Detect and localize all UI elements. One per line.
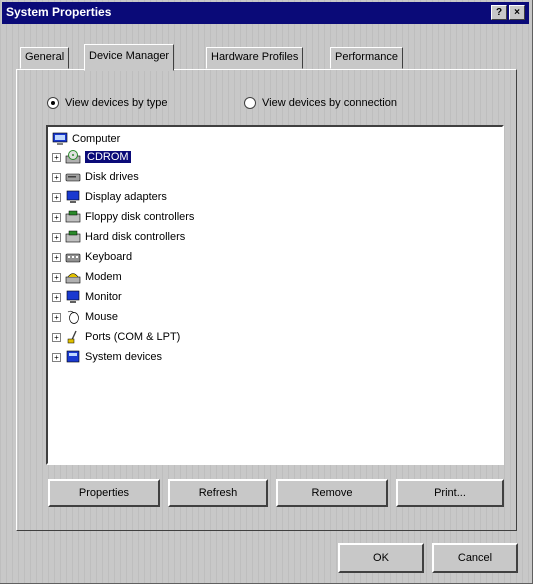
tree-item-floppy-controllers[interactable]: + Floppy disk controllers bbox=[52, 209, 194, 225]
tree-item-disk-drives[interactable]: + Disk drives bbox=[52, 169, 139, 185]
expand-icon[interactable]: + bbox=[52, 152, 61, 162]
view-by-connection-radio[interactable] bbox=[244, 97, 256, 109]
cancel-button[interactable]: Cancel bbox=[432, 543, 518, 573]
tab-performance[interactable]: Performance bbox=[330, 47, 403, 69]
refresh-button[interactable]: Refresh bbox=[168, 479, 268, 507]
view-by-type-option[interactable]: View devices by type bbox=[47, 95, 168, 111]
tree-item-monitor[interactable]: + Monitor bbox=[52, 289, 122, 305]
tree-item-modem[interactable]: + Modem bbox=[52, 269, 122, 285]
tree-item-ports[interactable]: + Ports (COM & LPT) bbox=[52, 329, 180, 345]
title-bar[interactable]: System Properties ? × bbox=[2, 2, 529, 24]
view-by-connection-label: View devices by connection bbox=[262, 97, 397, 109]
expand-icon[interactable]: + bbox=[52, 192, 61, 202]
floppy-controller-icon bbox=[65, 210, 81, 223]
tree-item-label: Hard disk controllers bbox=[85, 231, 186, 243]
expand-icon[interactable]: + bbox=[52, 352, 61, 362]
close-button[interactable]: × bbox=[509, 5, 525, 20]
tree-item-display-adapters[interactable]: + Display adapters bbox=[52, 189, 167, 205]
expand-icon[interactable]: + bbox=[52, 312, 61, 322]
expand-icon[interactable]: + bbox=[52, 332, 61, 342]
monitor-icon bbox=[66, 290, 80, 303]
tree-item-mouse[interactable]: + Mouse bbox=[52, 309, 118, 325]
tree-item-label: Display adapters bbox=[85, 191, 167, 203]
tree-item-label: Keyboard bbox=[85, 251, 133, 263]
view-by-connection-option[interactable]: View devices by connection bbox=[244, 95, 397, 111]
system-devices-icon bbox=[66, 350, 80, 363]
tree-item-cdrom[interactable]: + CDROM bbox=[52, 149, 131, 165]
expand-icon[interactable]: + bbox=[52, 292, 61, 302]
tree-item-label: System devices bbox=[85, 351, 163, 363]
expand-icon[interactable]: + bbox=[52, 212, 61, 222]
ports-icon bbox=[67, 330, 77, 344]
tree-item-label: Floppy disk controllers bbox=[85, 211, 195, 223]
tree-item-hard-disk-controllers[interactable]: + Hard disk controllers bbox=[52, 229, 185, 245]
tree-item-system-devices[interactable]: + System devices bbox=[52, 349, 162, 365]
display-adapter-icon bbox=[66, 190, 80, 203]
print-button[interactable]: Print... bbox=[396, 479, 504, 507]
properties-button[interactable]: Properties bbox=[48, 479, 160, 507]
tree-item-label: Ports (COM & LPT) bbox=[85, 331, 181, 343]
tab-general[interactable]: General bbox=[20, 47, 70, 69]
tree-item-label: Monitor bbox=[85, 291, 122, 303]
view-by-type-label: View devices by type bbox=[65, 97, 168, 109]
help-button[interactable]: ? bbox=[491, 5, 507, 20]
mouse-icon bbox=[67, 310, 79, 324]
tree-item-label: Disk drives bbox=[85, 171, 139, 183]
tree-root-label: Computer bbox=[72, 133, 121, 145]
tab-hardware-profiles[interactable]: Hardware Profiles bbox=[206, 47, 304, 69]
cdrom-icon bbox=[65, 150, 81, 164]
tree-root-computer[interactable]: Computer bbox=[52, 131, 120, 147]
tree-item-label: CDROM bbox=[85, 151, 131, 163]
tab-device-manager[interactable]: Device Manager bbox=[84, 44, 175, 71]
modem-icon bbox=[65, 273, 81, 284]
system-properties-window: System Properties ? × General Device Man… bbox=[0, 0, 533, 584]
ok-button[interactable]: OK bbox=[338, 543, 424, 573]
computer-icon bbox=[52, 132, 68, 145]
expand-icon[interactable]: + bbox=[52, 172, 61, 182]
keyboard-icon bbox=[65, 253, 81, 263]
tree-item-keyboard[interactable]: + Keyboard bbox=[52, 249, 132, 265]
tree-item-label: Modem bbox=[85, 271, 122, 283]
expand-icon[interactable]: + bbox=[52, 232, 61, 242]
disk-drive-icon bbox=[65, 173, 81, 182]
expand-icon[interactable]: + bbox=[52, 272, 61, 282]
hard-disk-controller-icon bbox=[65, 230, 81, 243]
view-by-type-radio[interactable] bbox=[47, 97, 59, 109]
expand-icon[interactable]: + bbox=[52, 252, 61, 262]
device-tree[interactable]: Computer + CDROM + Disk drives + Display… bbox=[46, 125, 504, 465]
remove-button[interactable]: Remove bbox=[276, 479, 388, 507]
tree-item-label: Mouse bbox=[85, 311, 119, 323]
window-title: System Properties bbox=[6, 5, 112, 19]
